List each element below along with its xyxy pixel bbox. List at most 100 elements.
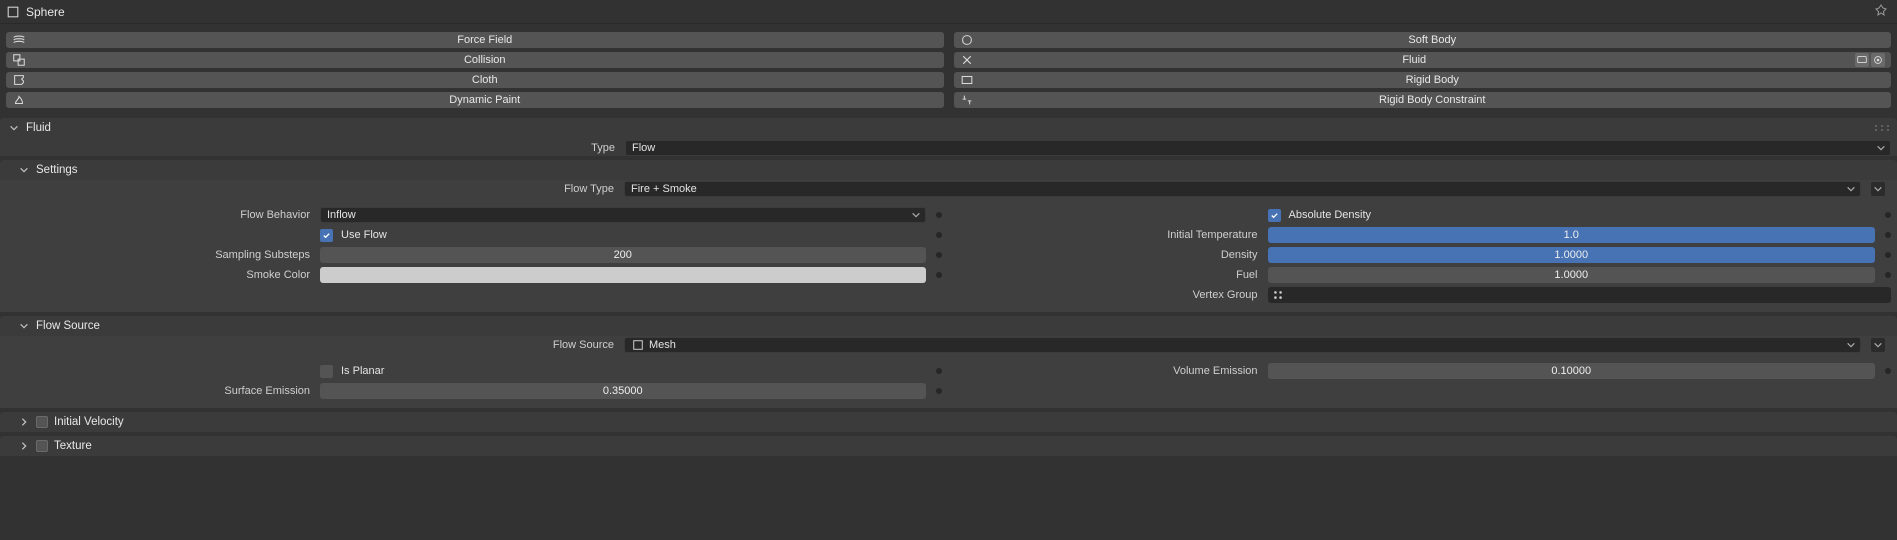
- fuel-row: Fuel 1.0000: [956, 266, 1892, 284]
- dynamic-paint-icon: [12, 93, 26, 107]
- panel-title: Flow Source: [36, 320, 100, 332]
- absolute-density-label: Absolute Density: [1289, 209, 1372, 221]
- mesh-icon: [631, 338, 645, 352]
- display-mode-icon[interactable]: [1855, 53, 1869, 67]
- initial-velocity-enable-checkbox[interactable]: [36, 416, 48, 428]
- panel-initial-velocity: Initial Velocity: [0, 412, 1897, 432]
- density-label: Density: [956, 249, 1262, 261]
- fluid-type-select[interactable]: Flow: [625, 140, 1891, 156]
- absolute-density-row: Absolute Density: [956, 206, 1892, 224]
- vertex-group-row: Vertex Group: [956, 286, 1892, 304]
- render-mode-icon[interactable]: [1871, 53, 1885, 67]
- vertex-group-icon: [1272, 289, 1284, 301]
- physics-rigid-body-constraint-button[interactable]: Rigid Body Constraint: [954, 92, 1892, 108]
- smoke-color-swatch[interactable]: [320, 267, 926, 283]
- physics-buttons-grid: Force Field Soft Body Collision Fluid Cl…: [0, 24, 1897, 114]
- panel-title: Texture: [54, 440, 92, 452]
- flow-behavior-label: Flow Behavior: [6, 209, 314, 221]
- panel-header-fluid[interactable]: Fluid: [0, 118, 1897, 138]
- select-value: Fire + Smoke: [631, 183, 697, 195]
- physics-button-label: Collision: [32, 54, 938, 66]
- panel-title: Settings: [36, 164, 78, 176]
- texture-enable-checkbox[interactable]: [36, 440, 48, 452]
- physics-fluid-button[interactable]: Fluid: [954, 52, 1892, 68]
- animate-dot[interactable]: [936, 252, 942, 258]
- animate-dot[interactable]: [1885, 232, 1891, 238]
- use-flow-row: Use Flow: [6, 226, 942, 244]
- chevron-right-icon: [18, 416, 30, 428]
- physics-button-label: Force Field: [32, 34, 938, 46]
- panel-header-texture[interactable]: Texture: [0, 436, 1897, 456]
- select-value: Mesh: [649, 339, 676, 351]
- absolute-density-checkbox[interactable]: [1268, 209, 1281, 222]
- pin-icon[interactable]: [1873, 3, 1891, 21]
- surface-emission-label: Surface Emission: [6, 385, 314, 397]
- rigid-body-constraint-icon: [960, 93, 974, 107]
- type-label: Type: [6, 142, 619, 154]
- animate-dot[interactable]: [1885, 252, 1891, 258]
- animate-dot[interactable]: [936, 368, 942, 374]
- panel-header: Sphere: [0, 0, 1897, 24]
- panel-title: Initial Velocity: [54, 416, 124, 428]
- animate-dot[interactable]: [936, 388, 942, 394]
- soft-body-icon: [960, 33, 974, 47]
- chevron-down-icon: [18, 320, 30, 332]
- smoke-color-row: Smoke Color: [6, 266, 942, 284]
- flow-source-select[interactable]: Mesh: [624, 337, 1861, 353]
- chevron-down-icon: [1876, 143, 1886, 153]
- volume-emission-input[interactable]: 0.10000: [1268, 363, 1876, 379]
- panel-header-flow-source[interactable]: Flow Source: [0, 316, 1897, 336]
- cloth-icon: [12, 73, 26, 87]
- use-flow-checkbox[interactable]: [320, 229, 333, 242]
- panel-header-initial-velocity[interactable]: Initial Velocity: [0, 412, 1897, 432]
- is-planar-label: Is Planar: [341, 365, 384, 377]
- panel-drag-icon[interactable]: [1873, 123, 1891, 133]
- flow-type-label: Flow Type: [6, 183, 618, 195]
- initial-temperature-input[interactable]: 1.0: [1268, 227, 1876, 243]
- fuel-label: Fuel: [956, 269, 1262, 281]
- physics-button-label: Cloth: [32, 74, 938, 86]
- select-value: Flow: [632, 142, 655, 154]
- animate-dot[interactable]: [1885, 212, 1891, 218]
- physics-collision-button[interactable]: Collision: [6, 52, 944, 68]
- vertex-group-select[interactable]: [1268, 287, 1892, 303]
- is-planar-checkbox[interactable]: [320, 365, 333, 378]
- flow-source-label: Flow Source: [6, 339, 618, 351]
- surface-emission-input[interactable]: 0.35000: [320, 383, 926, 399]
- physics-button-label: Rigid Body: [980, 74, 1886, 86]
- density-input[interactable]: 1.0000: [1268, 247, 1876, 263]
- flow-type-row: Flow Type Fire + Smoke: [0, 180, 1897, 198]
- panel-texture: Texture: [0, 436, 1897, 456]
- sampling-substeps-label: Sampling Substeps: [6, 249, 314, 261]
- options-chevron[interactable]: [1871, 182, 1885, 196]
- animate-dot[interactable]: [1885, 272, 1891, 278]
- animate-dot[interactable]: [936, 232, 942, 238]
- animate-dot[interactable]: [936, 272, 942, 278]
- vertex-group-label: Vertex Group: [956, 289, 1262, 301]
- sampling-substeps-input[interactable]: 200: [320, 247, 926, 263]
- flow-behavior-row: Flow Behavior Inflow: [6, 206, 942, 224]
- fluid-type-row: Type Flow: [0, 138, 1897, 156]
- close-icon[interactable]: [960, 53, 974, 67]
- chevron-down-icon: [1846, 340, 1856, 350]
- options-chevron[interactable]: [1871, 338, 1885, 352]
- physics-button-label: Rigid Body Constraint: [980, 94, 1886, 106]
- flow-type-select[interactable]: Fire + Smoke: [624, 181, 1861, 197]
- flow-behavior-select[interactable]: Inflow: [320, 207, 926, 223]
- physics-button-label: Fluid: [980, 54, 1850, 66]
- physics-soft-body-button[interactable]: Soft Body: [954, 32, 1892, 48]
- physics-rigid-body-button[interactable]: Rigid Body: [954, 72, 1892, 88]
- animate-dot[interactable]: [1885, 368, 1891, 374]
- fuel-input[interactable]: 1.0000: [1268, 267, 1876, 283]
- force-field-icon: [12, 33, 26, 47]
- physics-force-field-button[interactable]: Force Field: [6, 32, 944, 48]
- chevron-down-icon: [1846, 184, 1856, 194]
- panel-fluid: Fluid Type Flow: [0, 118, 1897, 156]
- animate-dot[interactable]: [936, 212, 942, 218]
- panel-header-settings[interactable]: Settings: [0, 160, 1897, 180]
- sampling-substeps-row: Sampling Substeps 200: [6, 246, 942, 264]
- initial-temperature-row: Initial Temperature 1.0: [956, 226, 1892, 244]
- volume-emission-label: Volume Emission: [956, 365, 1262, 377]
- physics-cloth-button[interactable]: Cloth: [6, 72, 944, 88]
- physics-dynamic-paint-button[interactable]: Dynamic Paint: [6, 92, 944, 108]
